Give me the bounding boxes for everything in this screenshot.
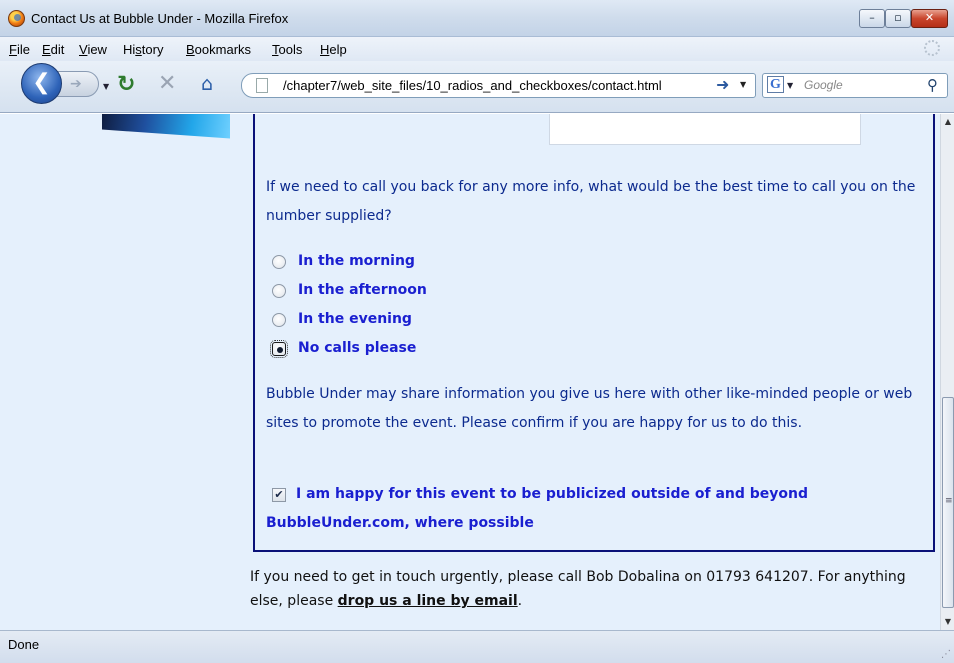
scrollbar-thumb[interactable]: ≡: [942, 397, 954, 608]
menu-history-rest: tory: [141, 42, 164, 57]
share-notice: Bubble Under may share information you g…: [266, 386, 913, 431]
radio-morning-label[interactable]: In the morning: [298, 253, 415, 269]
callback-question: If we need to call you back for any more…: [266, 179, 916, 224]
menu-file-mnemonic: F: [9, 42, 17, 57]
email-link[interactable]: drop us a line by email: [338, 593, 518, 609]
radio-evening[interactable]: [272, 313, 286, 327]
menu-view[interactable]: View: [79, 42, 107, 57]
radio-no-calls-label[interactable]: No calls please: [298, 340, 416, 356]
status-text: Done: [8, 637, 40, 652]
scroll-grip-icon: ≡: [945, 496, 953, 506]
maximize-button[interactable]: ▫: [885, 9, 911, 28]
url-input[interactable]: /chapter7/web_site_files/10_radios_and_c…: [283, 78, 662, 93]
back-button[interactable]: ❮: [21, 63, 62, 104]
checkmark-icon: ✔: [274, 488, 284, 501]
scroll-down-arrow-icon[interactable]: ▼: [941, 614, 954, 630]
close-button[interactable]: ✕: [911, 9, 948, 28]
radio-evening-label[interactable]: In the evening: [298, 311, 412, 327]
header-graphic: [102, 114, 230, 139]
search-engine-dropdown-icon[interactable]: ▼: [787, 81, 793, 90]
menu-tools[interactable]: Tools: [272, 42, 302, 57]
forward-arrow-icon: ➔: [70, 76, 82, 92]
scroll-up-arrow-icon[interactable]: ▲: [941, 114, 954, 130]
menu-edit-rest: dit: [50, 42, 65, 57]
radio-afternoon[interactable]: [272, 284, 286, 298]
menu-tools-rest: ools: [278, 42, 303, 57]
menu-edit-mnemonic: E: [42, 42, 51, 57]
resize-grip-icon[interactable]: ⋰: [941, 649, 951, 660]
go-arrow-icon[interactable]: ➜: [716, 75, 729, 94]
window-title-bar: Contact Us at Bubble Under - Mozilla Fir…: [0, 0, 954, 37]
menu-edit[interactable]: Edit: [42, 42, 64, 57]
menu-view-rest: iew: [87, 42, 107, 57]
search-icon[interactable]: ⚲: [927, 76, 938, 94]
comments-textarea[interactable]: [549, 114, 861, 145]
radio-morning[interactable]: [272, 255, 286, 269]
publicize-checkbox-label[interactable]: I am happy for this event to be publiciz…: [266, 480, 926, 538]
menu-help[interactable]: Help: [320, 42, 347, 57]
search-input[interactable]: Google: [804, 78, 843, 92]
menu-history[interactable]: History: [123, 42, 163, 57]
firefox-logo-icon: [8, 10, 25, 27]
menu-file[interactable]: File: [9, 42, 30, 57]
menu-bar: File Edit View History Bookmarks Tools H…: [0, 37, 954, 61]
radio-no-calls[interactable]: [270, 340, 288, 358]
activity-throbber-icon: [924, 40, 940, 56]
menu-bookmarks-mnemonic: B: [186, 42, 195, 57]
search-bar[interactable]: G ▼ Google ⚲: [762, 73, 948, 98]
reload-icon[interactable]: ↻: [117, 72, 135, 97]
page-icon: [256, 78, 268, 93]
menu-help-rest: elp: [329, 42, 347, 57]
url-dropdown-icon[interactable]: ▼: [740, 80, 746, 89]
back-arrow-icon: ❮: [32, 70, 51, 95]
status-bar: Done ⋰: [0, 630, 954, 663]
vertical-scrollbar[interactable]: ▲ ≡ ▼: [940, 114, 954, 630]
window-title: Contact Us at Bubble Under - Mozilla Fir…: [31, 11, 289, 26]
contact-footer: If you need to get in touch urgently, pl…: [250, 565, 930, 613]
menu-bookmarks[interactable]: Bookmarks: [186, 42, 251, 57]
page-viewport: If we need to call you back for any more…: [0, 114, 940, 630]
publicize-checkbox[interactable]: ✔: [272, 488, 286, 502]
radio-afternoon-label[interactable]: In the afternoon: [298, 282, 427, 298]
address-bar[interactable]: /chapter7/web_site_files/10_radios_and_c…: [241, 73, 756, 98]
menu-file-rest: ile: [16, 42, 30, 57]
minimize-button[interactable]: –: [859, 9, 885, 28]
history-dropdown-icon[interactable]: ▼: [103, 82, 109, 91]
footer-period: .: [517, 593, 523, 609]
menu-help-mnemonic: H: [320, 42, 330, 57]
menu-bookmarks-rest: ookmarks: [194, 42, 252, 57]
home-icon[interactable]: ⌂: [201, 73, 213, 95]
google-search-engine-icon[interactable]: G: [767, 76, 784, 93]
menu-history-pre: Hi: [123, 42, 136, 57]
stop-icon[interactable]: ✕: [158, 71, 176, 96]
